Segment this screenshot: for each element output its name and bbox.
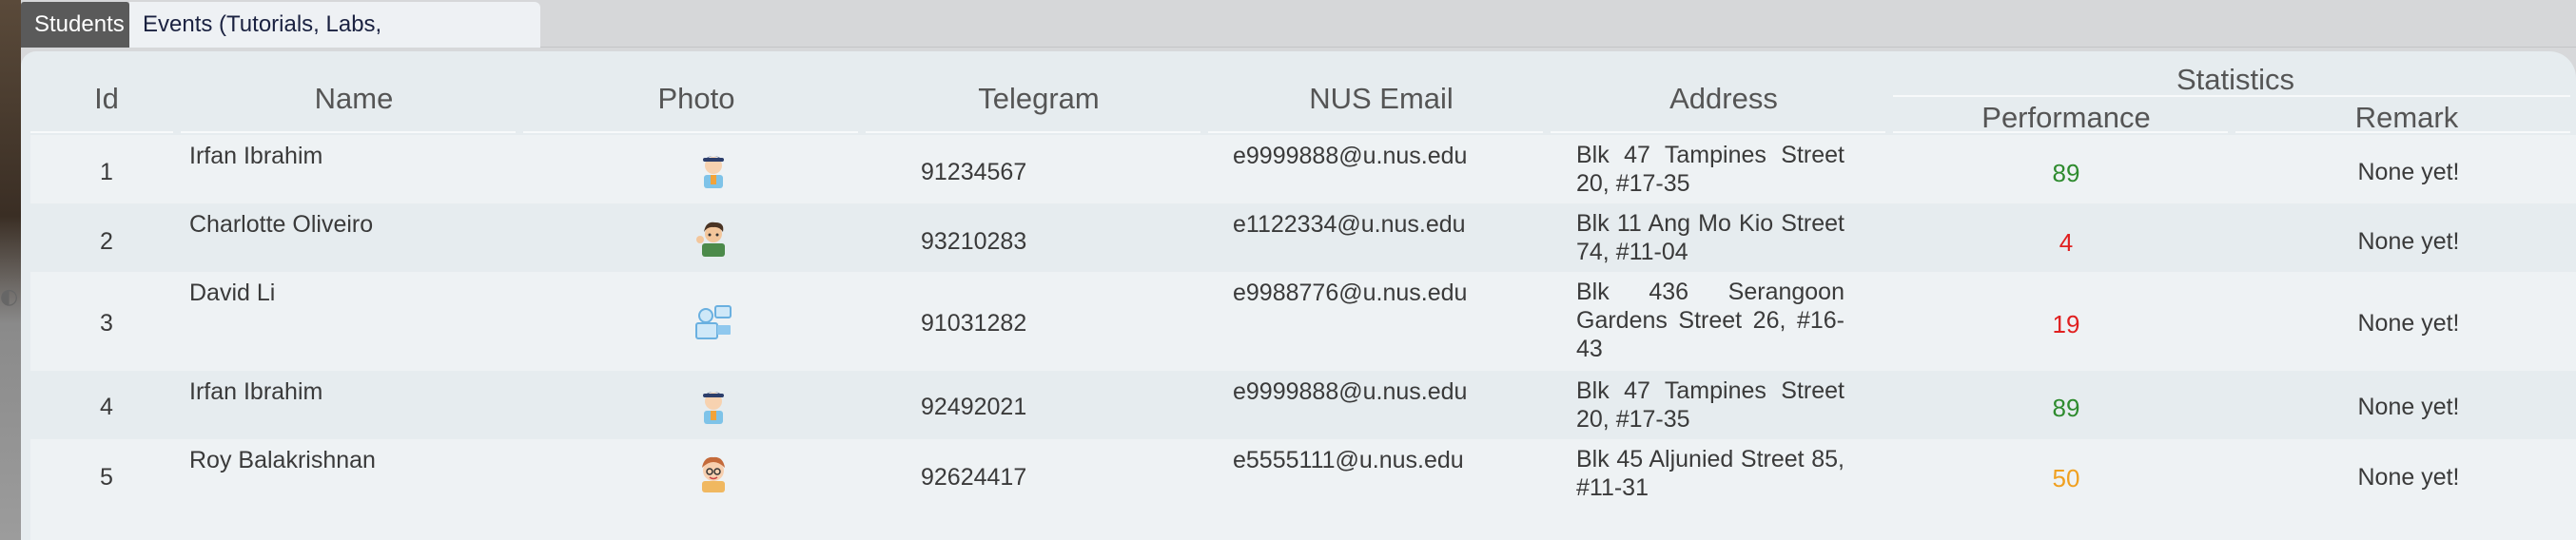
table-row[interactable]: 1 Irfan Ibrahim 91234567 e9999888@u.nus.… [30, 135, 2576, 203]
row-id: 1 [100, 159, 113, 185]
row-telegram: 92492021 [921, 394, 1027, 420]
column-header-statistics[interactable]: Statistics [1895, 63, 2576, 97]
student-computer-icon [695, 305, 732, 339]
row-performance: 89 [2052, 394, 2080, 422]
row-email: e1122334@u.nus.edu [1233, 211, 1466, 238]
header-underline [2235, 131, 2570, 133]
header-underline [1893, 131, 2228, 133]
row-remark: None yet! [2357, 310, 2460, 337]
row-email: e9999888@u.nus.edu [1233, 143, 1468, 169]
table-row[interactable]: 2 Charlotte Oliveiro 93210283 e1122334@u… [30, 203, 2576, 272]
header-underline [1551, 131, 1885, 133]
student-boy-icon [703, 392, 724, 424]
row-performance: 89 [2052, 159, 2080, 187]
row-email: e9988776@u.nus.edu [1233, 280, 1468, 306]
student-waving-icon [696, 222, 725, 257]
row-remark: None yet! [2357, 159, 2460, 185]
tab-students[interactable]: Students [21, 2, 129, 48]
column-header-address[interactable]: Address [1552, 82, 1895, 116]
row-telegram: 91031282 [921, 310, 1027, 337]
row-address: Blk 436 Serangoon Gardens Street 26, #16… [1576, 279, 1844, 362]
header-underline [181, 131, 516, 133]
column-header-performance[interactable]: Performance [1895, 101, 2237, 135]
row-remark: None yet! [2357, 394, 2460, 420]
row-telegram: 93210283 [921, 228, 1027, 255]
row-id: 4 [100, 394, 113, 420]
column-header-email[interactable]: NUS Email [1210, 82, 1552, 116]
row-telegram: 92624417 [921, 464, 1027, 491]
background-circle-icon: ◐ [0, 285, 19, 309]
column-header-name[interactable]: Name [183, 82, 525, 116]
header-underline [30, 131, 173, 133]
row-address: Blk 47 Tampines Street 20, #17-35 [1576, 142, 1844, 197]
header-underline [1893, 95, 2570, 97]
student-face-icon [702, 456, 725, 492]
table-row[interactable]: 4 Irfan Ibrahim 92492021 e9999888@u.nus.… [30, 371, 2576, 439]
row-id: 3 [100, 310, 113, 337]
row-address: Blk 47 Tampines Street 20, #17-35 [1576, 377, 1844, 433]
header-underline [1208, 131, 1543, 133]
table-header: Id Name Photo Telegram NUS Email Address… [21, 51, 2576, 135]
empty-row [30, 508, 2576, 540]
row-telegram: 91234567 [921, 159, 1027, 185]
column-header-id[interactable]: Id [30, 82, 183, 116]
row-performance: 50 [2052, 464, 2080, 492]
column-header-telegram[interactable]: Telegram [868, 82, 1210, 116]
row-id: 5 [100, 464, 113, 491]
desktop-background: ◐ [0, 0, 21, 540]
row-address: Blk 45 Aljunied Street 85, #11-31 [1576, 446, 1844, 501]
row-name: Irfan Ibrahim [189, 378, 323, 405]
header-underline [866, 131, 1200, 133]
row-remark: None yet! [2357, 228, 2460, 255]
tab-bar: Students Events (Tutorials, Labs, Consul… [21, 0, 2576, 83]
row-name: Charlotte Oliveiro [189, 211, 374, 238]
row-name: David Li [189, 280, 276, 306]
row-remark: None yet! [2357, 464, 2460, 491]
row-id: 2 [100, 228, 113, 255]
row-address: Blk 11 Ang Mo Kio Street 74, #11-04 [1576, 210, 1844, 265]
table-row[interactable]: 3 David Li 91031282 e9988776@u.nus.edu B… [30, 272, 2576, 371]
column-header-remark[interactable]: Remark [2237, 101, 2576, 135]
row-performance: 4 [2059, 228, 2074, 257]
row-name: Roy Balakrishnan [189, 447, 376, 473]
student-boy-icon [703, 156, 724, 188]
students-table: Id Name Photo Telegram NUS Email Address… [21, 51, 2576, 540]
header-underline [523, 131, 858, 133]
row-name: Irfan Ibrahim [189, 143, 323, 169]
row-email: e9999888@u.nus.edu [1233, 378, 1468, 405]
column-header-photo[interactable]: Photo [525, 82, 868, 116]
tab-events[interactable]: Events (Tutorials, Labs, Consultations) [129, 2, 540, 83]
row-performance: 19 [2052, 310, 2080, 338]
table-row[interactable]: 5 Roy Balakrishnan 92624417 e5555111@u.n… [30, 439, 2576, 508]
row-email: e5555111@u.nus.edu [1233, 447, 1464, 473]
